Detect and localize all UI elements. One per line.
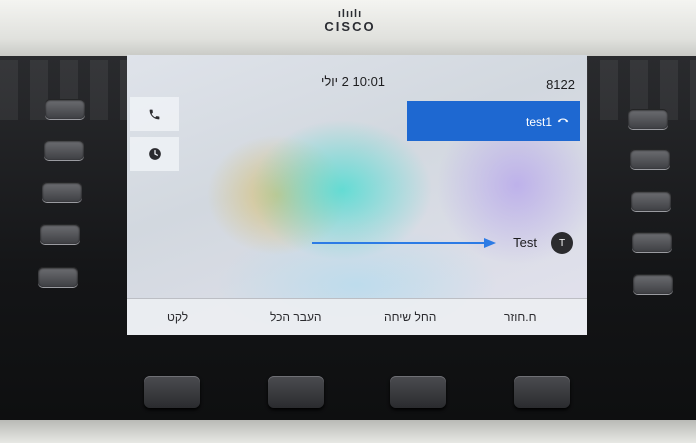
recents-phone-button[interactable] [130, 97, 179, 131]
softkey-redial[interactable]: ח.חוזר [504, 310, 537, 324]
clock-icon [148, 148, 161, 160]
extension-number: 8122 [546, 77, 575, 92]
right-line-key-1[interactable] [628, 109, 668, 129]
hardware-softkey-3[interactable] [390, 376, 446, 408]
contact-name: Test [513, 235, 537, 250]
left-line-key-5[interactable] [38, 267, 78, 287]
right-line-key-4[interactable] [632, 232, 672, 252]
right-line-key-2[interactable] [630, 149, 670, 169]
left-line-key-1[interactable] [45, 99, 85, 119]
cisco-logo-text: CISCO [324, 19, 376, 34]
left-line-key-4[interactable] [40, 224, 80, 244]
annotation-arrow-head [484, 238, 496, 248]
hangup-icon [557, 118, 569, 123]
hardware-softkey-1[interactable] [144, 376, 200, 408]
date-time: 10:01 2 יולי [321, 74, 386, 89]
hardware-softkey-2[interactable] [268, 376, 324, 408]
right-line-key-5[interactable] [633, 274, 673, 294]
cisco-logo: ılıılı CISCO [320, 8, 380, 34]
status-bar: 10:01 2 יולי 8122 [127, 55, 587, 95]
softkey-forward-all[interactable]: העבר הכל [270, 310, 322, 324]
left-line-key-2[interactable] [44, 140, 84, 160]
right-line-key-3[interactable] [631, 191, 671, 211]
left-line-key-3[interactable] [42, 182, 82, 202]
phone-bottom-bezel [0, 420, 696, 443]
softkey-new-call[interactable]: החל שיחה [384, 310, 436, 324]
phone-screen: 10:01 2 יולי 8122 test1 Test T לקט העבר … [127, 55, 587, 335]
avatar-initial: T [558, 237, 566, 249]
phone-icon [149, 109, 160, 119]
history-button[interactable] [130, 137, 179, 171]
line-key-test1[interactable]: test1 [407, 101, 580, 141]
contact-row[interactable]: Test T [127, 230, 587, 256]
hardware-softkey-4[interactable] [514, 376, 570, 408]
contact-avatar: T [551, 232, 573, 254]
phone-top-bezel: ılıılı CISCO [0, 0, 696, 56]
softkey-pickup[interactable]: לקט [167, 310, 188, 324]
line-key-label: test1 [525, 115, 552, 129]
softkey-bar: לקט העבר הכל החל שיחה ח.חוזר [127, 298, 587, 335]
annotation-arrow-line [312, 242, 486, 244]
